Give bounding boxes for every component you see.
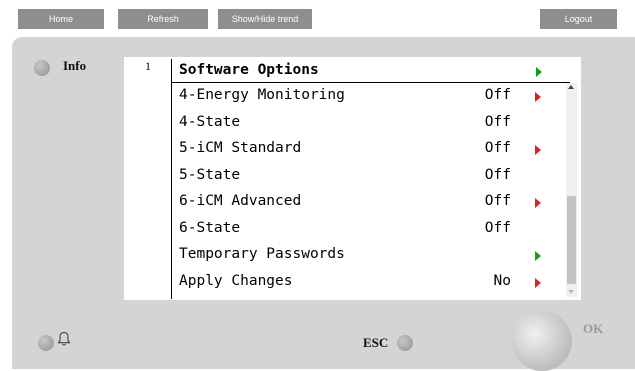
show-hide-trend-button[interactable]: Show/Hide trend bbox=[218, 9, 312, 29]
options-list: 4-Energy Monitoring Off 4-State Off 5-iC… bbox=[172, 83, 564, 300]
info-button[interactable] bbox=[34, 60, 50, 76]
row-value: Off bbox=[484, 166, 511, 183]
row-label: 4-Energy Monitoring bbox=[179, 87, 345, 103]
logout-button[interactable]: Logout bbox=[540, 9, 617, 29]
bell-icon[interactable] bbox=[57, 331, 71, 347]
row-label: 4-State bbox=[179, 113, 241, 130]
row-value: No bbox=[493, 272, 511, 289]
row-label: 6-iCM Advanced bbox=[179, 193, 302, 209]
row-label: 5-State bbox=[179, 166, 241, 183]
info-label: Info bbox=[63, 58, 87, 73]
row-label: Temporary Passwords bbox=[179, 246, 345, 262]
row-value: Off bbox=[484, 140, 511, 156]
scroll-up-icon[interactable] bbox=[568, 85, 574, 89]
row-label: Apply Changes bbox=[179, 272, 293, 289]
row-value: Off bbox=[484, 113, 511, 130]
list-item-state-4[interactable]: 4-State Off bbox=[172, 110, 564, 137]
row-value: Off bbox=[484, 87, 511, 103]
ok-label: OK bbox=[583, 321, 604, 336]
list-item-energy-monitoring[interactable]: 4-Energy Monitoring Off bbox=[172, 83, 564, 110]
list-item-state-5[interactable]: 5-State Off bbox=[172, 163, 564, 190]
triangle-right-icon[interactable] bbox=[535, 251, 541, 261]
list-item-icm-standard[interactable]: 5-iCM Standard Off bbox=[172, 136, 564, 163]
home-button[interactable]: Home bbox=[18, 9, 104, 29]
triangle-right-icon[interactable] bbox=[535, 145, 541, 155]
scroll-down-icon[interactable] bbox=[568, 290, 574, 294]
row-value: Off bbox=[484, 219, 511, 236]
row-label: 5-iCM Standard bbox=[179, 140, 302, 156]
page-number: 1 bbox=[145, 59, 151, 73]
esc-label: ESC bbox=[363, 335, 389, 350]
list-item-apply-changes[interactable]: Apply Changes No bbox=[172, 269, 564, 296]
list-item-icm-advanced[interactable]: 6-iCM Advanced Off bbox=[172, 189, 564, 216]
list-item-temporary-passwords[interactable]: Temporary Passwords bbox=[172, 242, 564, 269]
title-arrow-icon[interactable] bbox=[536, 67, 542, 77]
ok-knob[interactable] bbox=[512, 311, 572, 371]
row-value: Off bbox=[484, 193, 511, 209]
list-item-state-6[interactable]: 6-State Off bbox=[172, 216, 564, 243]
triangle-right-icon[interactable] bbox=[535, 198, 541, 208]
esc-button[interactable] bbox=[397, 335, 413, 351]
triangle-right-icon[interactable] bbox=[535, 277, 541, 288]
triangle-right-icon[interactable] bbox=[535, 92, 541, 102]
alarm-button[interactable] bbox=[38, 335, 54, 351]
refresh-button[interactable]: Refresh bbox=[118, 9, 208, 29]
menu-title: Software Options bbox=[179, 62, 319, 78]
row-label: 6-State bbox=[179, 219, 241, 236]
scrollbar-thumb[interactable] bbox=[567, 196, 576, 284]
top-toolbar: Home Refresh Show/Hide trend Logout bbox=[0, 0, 635, 32]
